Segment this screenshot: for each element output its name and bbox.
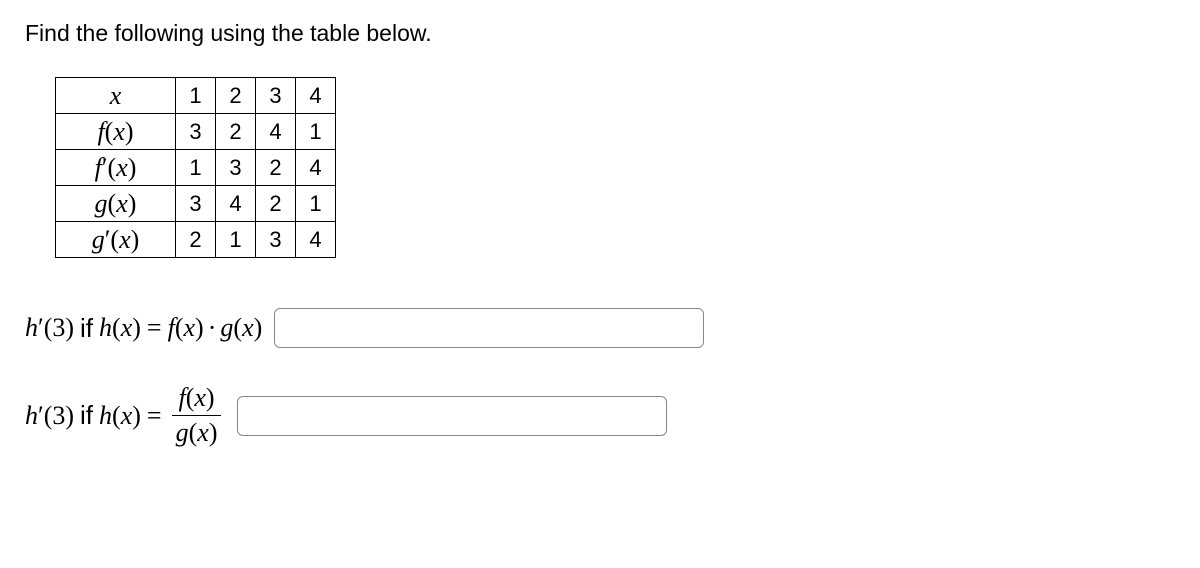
table-cell: 2	[256, 150, 296, 186]
table-cell: 1	[216, 222, 256, 258]
table-cell: 4	[256, 114, 296, 150]
table-row: f(x) 3 2 4 1	[56, 114, 336, 150]
table-cell: 1	[296, 114, 336, 150]
answer-input-quotient[interactable]	[237, 396, 667, 436]
table-cell: 4	[216, 186, 256, 222]
table-cell: 4	[296, 150, 336, 186]
table-cell: 1	[296, 186, 336, 222]
table-cell: 3	[216, 150, 256, 186]
row-label: f′(x)	[56, 150, 176, 186]
row-label: g′(x)	[56, 222, 176, 258]
function-table: x 1 2 3 4 f(x) 3 2 4 1 f′(x) 1 3 2 4 g(x…	[55, 77, 336, 258]
instruction-text: Find the following using the table below…	[25, 20, 1175, 47]
table-row: g′(x) 2 1 3 4	[56, 222, 336, 258]
question-label: h′(3) if h(x) = f(x) g(x)	[25, 383, 225, 448]
table-cell: 4	[296, 222, 336, 258]
table-row: g(x) 3 4 2 1	[56, 186, 336, 222]
table-row: f′(x) 1 3 2 4	[56, 150, 336, 186]
question-quotient-rule: h′(3) if h(x) = f(x) g(x)	[25, 383, 1175, 448]
table-cell: 3	[176, 114, 216, 150]
data-table-wrapper: x 1 2 3 4 f(x) 3 2 4 1 f′(x) 1 3 2 4 g(x…	[55, 77, 1175, 258]
question-product-rule: h′(3) if h(x) = f(x) · g(x)	[25, 308, 1175, 348]
table-cell: 2	[256, 186, 296, 222]
table-cell: 3	[256, 222, 296, 258]
table-cell: 2	[176, 222, 216, 258]
row-label: f(x)	[56, 114, 176, 150]
table-cell: 3	[176, 186, 216, 222]
table-cell: 2	[216, 78, 256, 114]
question-label: h′(3) if h(x) = f(x) · g(x)	[25, 313, 262, 344]
table-cell: 1	[176, 78, 216, 114]
answer-input-product[interactable]	[274, 308, 704, 348]
table-row: x 1 2 3 4	[56, 78, 336, 114]
row-label: g(x)	[56, 186, 176, 222]
table-cell: 2	[216, 114, 256, 150]
table-cell: 3	[256, 78, 296, 114]
row-label: x	[56, 78, 176, 114]
table-cell: 1	[176, 150, 216, 186]
table-cell: 4	[296, 78, 336, 114]
